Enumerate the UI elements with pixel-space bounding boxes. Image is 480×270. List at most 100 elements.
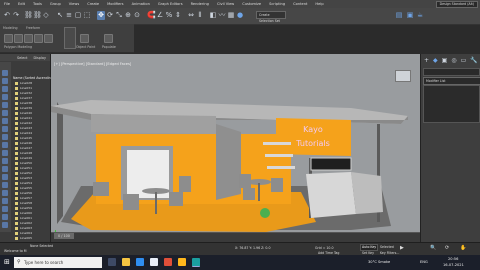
ribbon-large-button[interactable] (64, 27, 76, 49)
zoom-icon[interactable]: 🔍 (430, 245, 436, 251)
menu-item-file[interactable]: File (0, 2, 14, 6)
time-slider-knob[interactable]: 0 / 100 (54, 233, 74, 239)
layer-icon[interactable]: ◧ (209, 11, 217, 20)
paint-tool-button[interactable] (80, 34, 89, 43)
explorer-tab-select[interactable]: Select (17, 56, 27, 60)
snaps-icon[interactable]: 🧲 (147, 11, 156, 20)
selection-set-dropdown[interactable]: Create Selection Set (256, 11, 286, 23)
select-by-name-icon[interactable]: ≡ (65, 11, 73, 20)
weather-text[interactable]: 30°C Smoke (368, 260, 390, 264)
explorer-filter-button[interactable] (2, 102, 8, 108)
explorer-filter-button[interactable] (2, 198, 8, 204)
explorer-filter-button[interactable] (2, 158, 8, 164)
align-icon[interactable]: ⫴ (196, 11, 204, 20)
explorer-filter-button[interactable] (2, 174, 8, 180)
modifier-list-dropdown[interactable]: Modifier List (423, 77, 480, 85)
perspective-viewport[interactable]: Kayo Tutorials (51, 54, 420, 242)
bind-icon[interactable]: ◇ (42, 11, 50, 20)
viewport-label[interactable]: [+] [Perspective] [Standard] [Edged Face… (54, 62, 131, 66)
explorer-filter-button[interactable] (2, 190, 8, 196)
mirror-icon[interactable]: ⇔ (187, 11, 195, 20)
modify-tab-icon[interactable]: ◆ (433, 57, 438, 64)
menu-item-rendering[interactable]: Rendering (187, 2, 213, 6)
element-tool-button[interactable] (44, 34, 53, 43)
menu-item-tools[interactable]: Tools (29, 2, 46, 6)
maxscript-prompt[interactable]: Welcome to M (4, 249, 27, 253)
schematic-icon[interactable]: ▦ (227, 11, 235, 20)
explorer-tab-display[interactable]: Display (33, 56, 46, 60)
vertex-tool-button[interactable] (24, 34, 33, 43)
explorer-filter-button[interactable] (2, 206, 8, 212)
explorer-filter-button[interactable] (2, 134, 8, 140)
explorer-filter-button[interactable] (2, 70, 8, 76)
menu-item-civil-view[interactable]: Civil View (213, 2, 238, 6)
explorer-filter-button[interactable] (2, 214, 8, 220)
render-setup-icon[interactable]: ▤ (395, 11, 403, 20)
explorer-filter-button[interactable] (2, 78, 8, 84)
select-icon[interactable]: ↖ (56, 11, 64, 20)
window-crossing-icon[interactable]: ⬚ (83, 11, 91, 20)
percent-snap-icon[interactable]: % (165, 11, 173, 20)
tree-row[interactable]: Line065 (12, 236, 50, 241)
modifier-stack[interactable] (423, 85, 480, 123)
render-frame-icon[interactable]: ▣ (406, 11, 414, 20)
border-tool-button[interactable] (34, 34, 43, 43)
menu-item-animation[interactable]: Animation (128, 2, 154, 6)
menu-item-views[interactable]: Views (65, 2, 83, 6)
select-place-icon[interactable]: ⊕ (124, 11, 132, 20)
pivot-icon[interactable]: ⊙ (133, 11, 141, 20)
unlink-icon[interactable]: ⛓ (33, 11, 42, 20)
object-name-field[interactable] (423, 68, 480, 76)
display-tab-icon[interactable]: ▭ (461, 57, 467, 64)
menu-item-modifiers[interactable]: Modifiers (103, 2, 127, 6)
explorer-filter-button[interactable] (2, 182, 8, 188)
explorer-filter-button[interactable] (2, 150, 8, 156)
motion-tab-icon[interactable]: ◎ (451, 57, 456, 64)
menu-item-scripting[interactable]: Scripting (265, 2, 289, 6)
ribbon-tab-freeform[interactable]: Freeform (26, 26, 40, 30)
undo-icon[interactable]: ↶ (3, 11, 11, 20)
menu-item-edit[interactable]: Edit (14, 2, 29, 6)
angle-snap-icon[interactable]: ∠ (156, 11, 164, 20)
menu-item-group[interactable]: Group (46, 2, 65, 6)
hierarchy-tab-icon[interactable]: ▣ (442, 57, 448, 64)
menu-item-help[interactable]: Help (311, 2, 327, 6)
menu-item-content[interactable]: Content (289, 2, 311, 6)
explorer-filter-button[interactable] (2, 118, 8, 124)
render-icon[interactable]: ☕ (416, 11, 424, 20)
curve-editor-icon[interactable]: 〰 (218, 11, 226, 20)
spinner-snap-icon[interactable]: ⇕ (174, 11, 182, 20)
menu-item-graph-editors[interactable]: Graph Editors (154, 2, 187, 6)
explorer-filter-button[interactable] (2, 142, 8, 148)
menu-item-customize[interactable]: Customize (238, 2, 265, 6)
explorer-filter-button[interactable] (2, 86, 8, 92)
viewcube[interactable] (395, 70, 411, 82)
orbit-icon[interactable]: ⟳ (445, 245, 451, 251)
scale-icon[interactable]: ⤡ (115, 11, 123, 20)
clock-date[interactable]: 16-07-2021 (443, 263, 464, 267)
selected-dropdown[interactable]: Selected (380, 245, 394, 249)
explorer-filter-button[interactable] (2, 166, 8, 172)
play-icon[interactable]: ▶ (400, 245, 406, 251)
material-editor-icon[interactable]: ● (236, 11, 244, 20)
create-tab-icon[interactable]: + (424, 57, 429, 64)
ribbon-tab-modeling[interactable]: Modeling (3, 26, 18, 30)
select-region-icon[interactable]: ▢ (74, 11, 82, 20)
link-icon[interactable]: ⛓ (24, 11, 33, 20)
explorer-column-header[interactable]: Name (Sorted Ascending) (13, 76, 54, 80)
clock-time[interactable]: 20:56 (448, 257, 458, 261)
workspace-dropdown[interactable]: Design Standard (Alt) (435, 0, 478, 8)
polygon-tool-button[interactable] (4, 34, 13, 43)
redo-icon[interactable]: ↷ (12, 11, 20, 20)
pan-icon[interactable]: ✋ (460, 245, 466, 251)
explorer-filter-button[interactable] (2, 110, 8, 116)
explorer-filter-button[interactable] (2, 222, 8, 228)
language-indicator[interactable]: ENG (420, 260, 428, 264)
populate-tool-button[interactable] (104, 34, 113, 43)
utilities-tab-icon[interactable]: 🔧 (470, 57, 477, 64)
explorer-filter-button[interactable] (2, 126, 8, 132)
edge-tool-button[interactable] (14, 34, 23, 43)
menu-item-create[interactable]: Create (83, 2, 103, 6)
move-icon[interactable]: ✥ (97, 11, 105, 20)
explorer-filter-button[interactable] (2, 94, 8, 100)
